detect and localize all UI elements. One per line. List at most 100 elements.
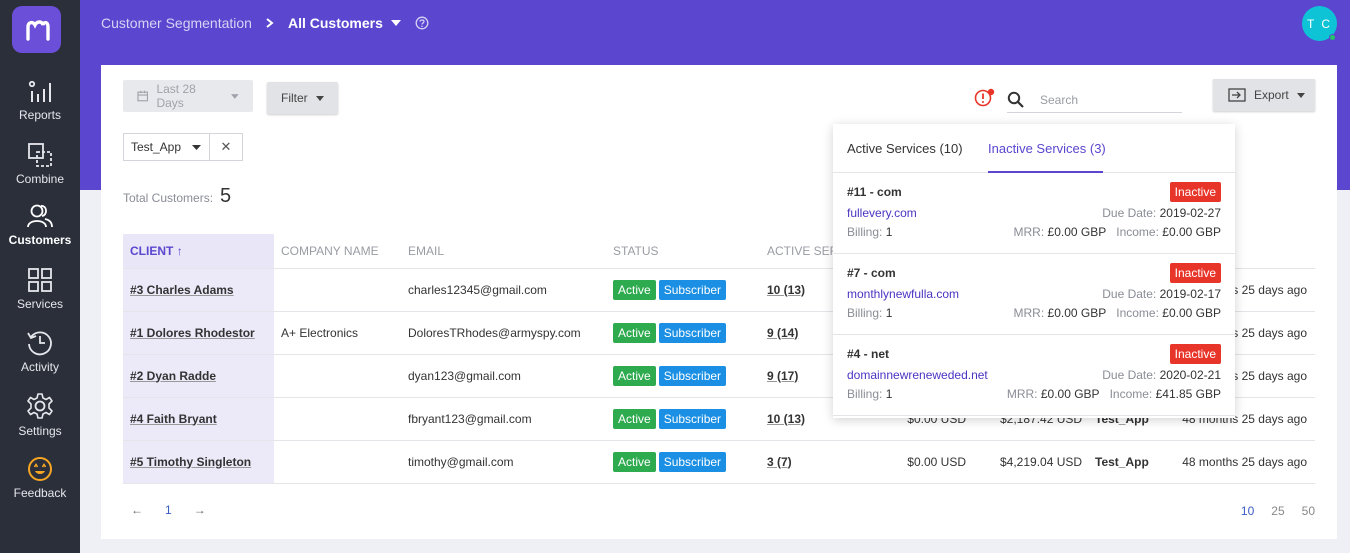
inactive-badge: Inactive	[1169, 263, 1221, 283]
grid-icon	[28, 268, 52, 292]
chip-clear-button[interactable]: ✕	[210, 139, 242, 155]
per-page-selector: 10 25 50	[1241, 504, 1315, 518]
breadcrumb-parent[interactable]: Customer Segmentation	[101, 15, 252, 31]
app-cell: Test_App	[1088, 440, 1170, 484]
col-header-status[interactable]: STATUS	[606, 234, 760, 269]
status-badge: Active	[613, 365, 656, 386]
client-cell[interactable]: #4 Faith Bryant	[123, 397, 274, 441]
users-icon	[27, 204, 53, 228]
sidebar-item-label: Activity	[20, 360, 59, 374]
smile-icon	[28, 457, 52, 481]
combine-icon	[28, 143, 52, 167]
per-page-option[interactable]: 25	[1271, 504, 1284, 518]
client-cell[interactable]: #5 Timothy Singleton	[123, 440, 274, 484]
service-domain-link[interactable]: fullevery.com	[847, 206, 917, 220]
export-icon	[1228, 88, 1246, 102]
service-item[interactable]: #11 - com Inactive fullevery.com Due Dat…	[833, 173, 1235, 254]
service-title: #7 - com	[847, 266, 896, 280]
next-page-arrow-icon[interactable]: →	[194, 503, 206, 517]
type-badge: Subscriber	[658, 408, 727, 429]
online-status-dot	[1329, 34, 1336, 41]
status-cell: Active Subscriber	[606, 354, 760, 398]
client-cell[interactable]: #2 Dyan Radde	[123, 354, 274, 398]
calendar-icon	[137, 90, 149, 102]
service-domain-link[interactable]: domainnewreneweded.net	[847, 368, 988, 382]
due-date: Due Date: 2019-02-17	[1102, 287, 1221, 301]
sidebar-item-label: Customers	[8, 233, 72, 247]
email-cell: timothy@gmail.com	[401, 440, 606, 484]
tab-inactive-services[interactable]: Inactive Services (3)	[988, 141, 1106, 156]
billing: Billing: 1	[847, 387, 893, 401]
tab-active-services[interactable]: Active Services (10)	[847, 141, 963, 156]
chip-label: Test_App	[131, 140, 182, 154]
company-cell	[274, 397, 401, 441]
client-cell[interactable]: #1 Dolores Rhodestor	[123, 311, 274, 355]
sidebar-item-settings[interactable]: Settings	[0, 392, 80, 438]
export-button[interactable]: Export	[1213, 79, 1315, 111]
sidebar-item-combine[interactable]: Combine	[0, 142, 80, 186]
date-range-button[interactable]: Last 28 Days	[123, 80, 253, 112]
mrr-cell: $0.00 USD	[878, 440, 978, 484]
prev-page-arrow-icon[interactable]: ←	[131, 503, 143, 517]
status-badge: Active	[613, 279, 656, 300]
billing: Billing: 1	[847, 306, 893, 320]
type-badge: Subscriber	[658, 322, 727, 343]
sidebar-item-feedback[interactable]: Feedback	[0, 456, 80, 500]
service-item[interactable]: #7 - com Inactive monthlynewfulla.com Du…	[833, 254, 1235, 335]
sidebar-item-label: Combine	[15, 172, 65, 186]
app-filter-select[interactable]: Test_App	[124, 134, 210, 160]
company-cell: A+ Electronics	[274, 311, 401, 355]
status-cell: Active Subscriber	[606, 311, 760, 355]
page-number[interactable]: 1	[165, 503, 172, 517]
help-icon[interactable]	[415, 16, 429, 30]
app-logo[interactable]	[12, 6, 61, 53]
total-label: Total Customers:	[123, 191, 214, 205]
service-financials: MRR: £0.00 GBP Income: £0.00 GBP	[1013, 306, 1222, 320]
sort-asc-icon: ↑	[176, 243, 183, 258]
caret-down-icon	[192, 144, 201, 150]
email-cell: fbryant123@gmail.com	[401, 397, 606, 441]
email-cell: dyan123@gmail.com	[401, 354, 606, 398]
type-badge: Subscriber	[658, 279, 727, 300]
company-cell	[274, 354, 401, 398]
logo-icon	[25, 19, 50, 41]
search-icon	[1007, 91, 1024, 108]
sidebar-item-label: Feedback	[13, 486, 67, 500]
col-header-email[interactable]: EMAIL	[401, 234, 606, 269]
service-item[interactable]: #4 - net Inactive domainnewreneweded.net…	[833, 335, 1235, 416]
filter-label: Filter	[281, 91, 308, 105]
per-page-option[interactable]: 10	[1241, 504, 1254, 518]
service-title: #11 - com	[847, 185, 902, 199]
inactive-badge: Inactive	[1169, 344, 1221, 364]
breadcrumb-current-dropdown[interactable]: All Customers	[288, 15, 401, 31]
alert-icon[interactable]	[974, 88, 996, 108]
income-cell: $4,219.04 USD	[978, 440, 1088, 484]
billing: Billing: 1	[847, 225, 893, 239]
search-input[interactable]	[1040, 92, 1180, 107]
col-header-company[interactable]: COMPANY NAME	[274, 234, 401, 269]
clock-icon	[27, 331, 52, 356]
service-financials: MRR: £0.00 GBP Income: £0.00 GBP	[1013, 225, 1222, 239]
col-header-client[interactable]: CLIENT ↑	[123, 234, 274, 269]
sidebar-item-customers[interactable]: Customers	[0, 203, 80, 247]
sidebar-item-label: Reports	[18, 108, 62, 122]
type-badge: Subscriber	[658, 451, 727, 472]
due-date: Due Date: 2019-02-27	[1102, 206, 1221, 220]
sidebar-item-activity[interactable]: Activity	[0, 328, 80, 374]
sidebar-item-services[interactable]: Services	[0, 267, 80, 311]
chevron-right-icon	[266, 18, 274, 28]
due-date: Due Date: 2020-02-21	[1102, 368, 1221, 382]
per-page-option[interactable]: 50	[1302, 504, 1315, 518]
sidebar-item-reports[interactable]: Reports	[0, 80, 80, 122]
caret-down-icon	[390, 20, 401, 26]
app-filter-chip: Test_App ✕	[123, 133, 243, 161]
services-cell[interactable]: 3 (7)	[760, 440, 878, 484]
client-cell[interactable]: #3 Charles Adams	[123, 268, 274, 312]
service-domain-link[interactable]: monthlynewfulla.com	[847, 287, 959, 301]
type-badge: Subscriber	[658, 365, 727, 386]
sidebar-item-label: Services	[16, 297, 63, 311]
search-box	[1007, 87, 1182, 113]
filter-button[interactable]: Filter	[267, 82, 338, 114]
sidebar: Reports Combine Customers Services Activ…	[0, 0, 80, 553]
table-row[interactable]: #5 Timothy Singleton timothy@gmail.com A…	[123, 440, 1315, 484]
